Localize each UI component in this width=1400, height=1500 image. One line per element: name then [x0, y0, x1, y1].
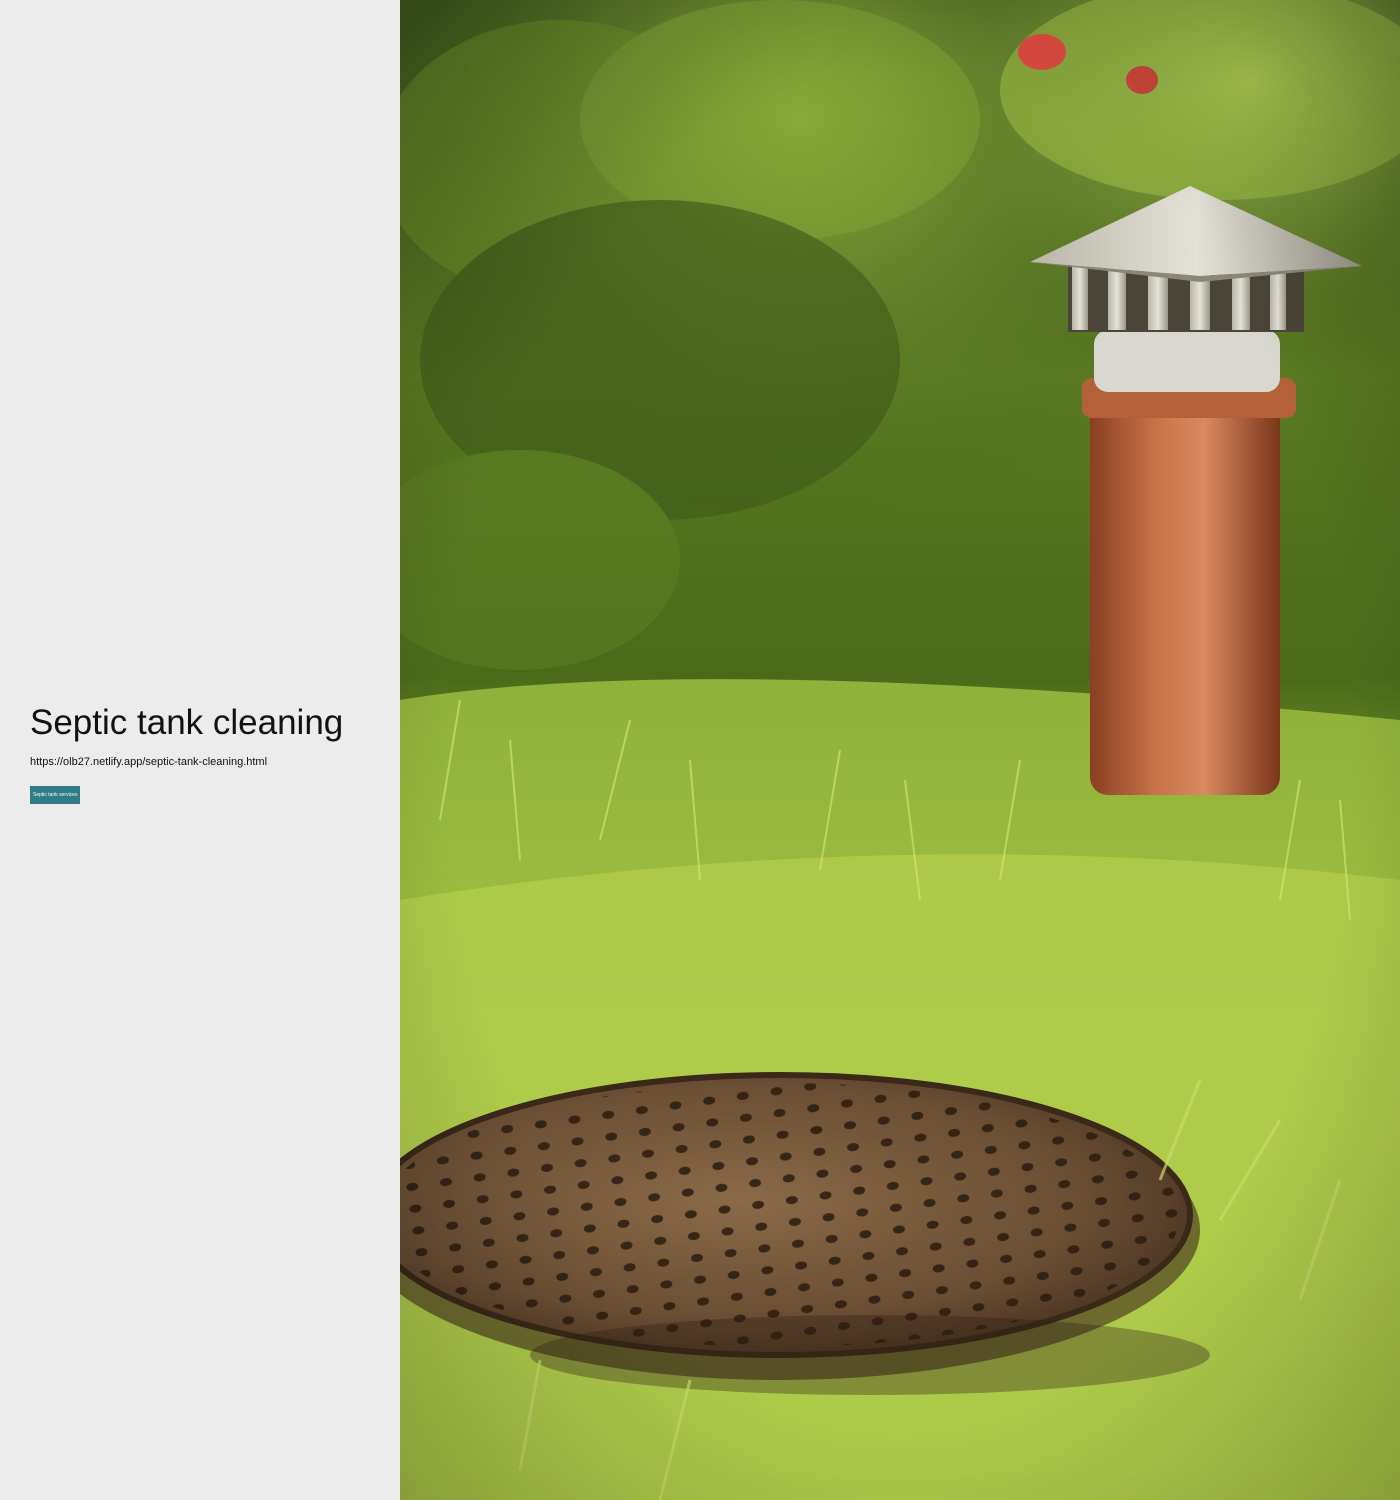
left-panel: Septic tank cleaning https://olb27.netli…	[0, 0, 400, 1500]
page-title: Septic tank cleaning	[30, 703, 344, 742]
page: Septic tank cleaning https://olb27.netli…	[0, 0, 1400, 1500]
hero-text-block: Septic tank cleaning https://olb27.netli…	[30, 702, 380, 809]
hero-image	[400, 0, 1400, 1500]
page-url: https://olb27.netlify.app/septic-tank-cl…	[30, 756, 268, 768]
septic-vent-and-manhole-photo	[400, 0, 1400, 1500]
septic-tank-services-button[interactable]: Septic tank services	[30, 786, 80, 804]
